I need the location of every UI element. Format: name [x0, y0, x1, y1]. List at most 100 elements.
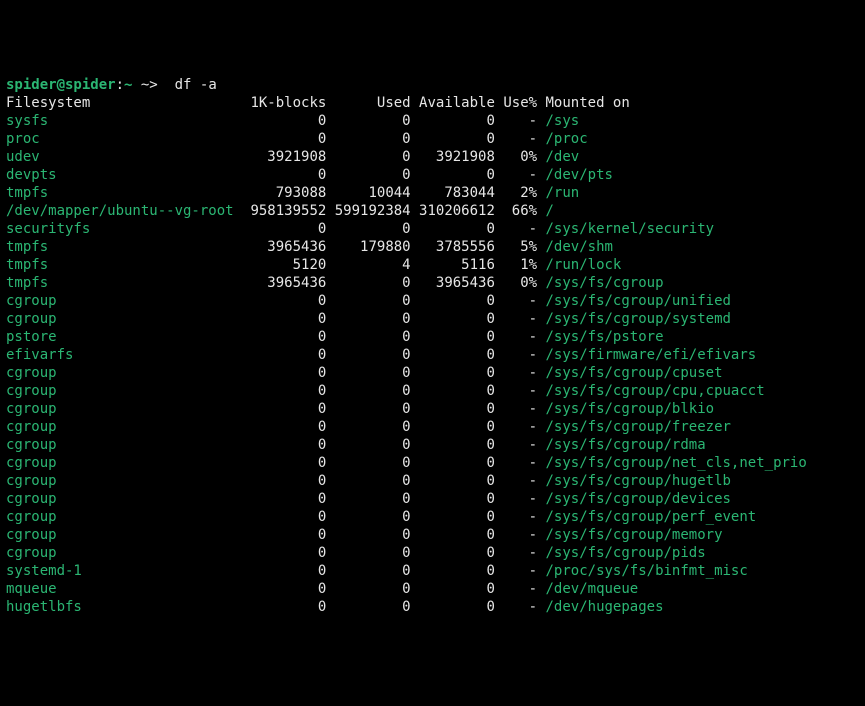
prompt-user: spider@spider: [6, 77, 116, 93]
df-row: pstore 0 0 0 - /sys/fs/pstore: [6, 328, 859, 346]
df-row: cgroup 0 0 0 - /sys/fs/cgroup/memory: [6, 526, 859, 544]
cell-usepct: -: [495, 563, 537, 579]
cell-filesystem: cgroup: [6, 419, 242, 435]
cell-filesystem: securityfs: [6, 221, 242, 237]
cell-used: 0: [326, 455, 410, 471]
cell-blocks: 0: [242, 347, 326, 363]
cell-blocks: 0: [242, 383, 326, 399]
cell-filesystem: cgroup: [6, 401, 242, 417]
command-text: df -a: [175, 77, 217, 93]
cell-blocks: 0: [242, 221, 326, 237]
cell-filesystem: cgroup: [6, 545, 242, 561]
cell-used: 0: [326, 419, 410, 435]
cell-mounted: /sys/fs/cgroup/freezer: [546, 419, 731, 435]
cell-available: 3921908: [411, 149, 495, 165]
cell-usepct: 1%: [495, 257, 537, 273]
cell-available: 0: [411, 491, 495, 507]
cell-blocks: 0: [242, 509, 326, 525]
cell-used: 0: [326, 491, 410, 507]
cell-mounted: /: [546, 203, 554, 219]
cell-available: 0: [411, 419, 495, 435]
cell-used: 0: [326, 545, 410, 561]
cell-available: 0: [411, 365, 495, 381]
cell-used: 0: [326, 383, 410, 399]
cell-usepct: 5%: [495, 239, 537, 255]
cell-available: 0: [411, 167, 495, 183]
cell-used: 0: [326, 167, 410, 183]
cell-usepct: -: [495, 581, 537, 597]
cell-filesystem: tmpfs: [6, 185, 242, 201]
cell-used: 0: [326, 293, 410, 309]
cell-available: 0: [411, 473, 495, 489]
cell-used: 4: [326, 257, 410, 273]
cell-used: 0: [326, 401, 410, 417]
cell-filesystem: sysfs: [6, 113, 242, 129]
df-row: cgroup 0 0 0 - /sys/fs/cgroup/systemd: [6, 310, 859, 328]
cell-blocks: 0: [242, 311, 326, 327]
cell-mounted: /dev/shm: [546, 239, 613, 255]
terminal-output[interactable]: spider@spider:~ ~> df -aFilesystem 1K-bl…: [6, 76, 859, 616]
cell-mounted: /sys/fs/cgroup/unified: [546, 293, 731, 309]
cell-blocks: 0: [242, 545, 326, 561]
cell-blocks: 0: [242, 329, 326, 345]
cell-usepct: -: [495, 545, 537, 561]
cell-filesystem: cgroup: [6, 365, 242, 381]
cell-filesystem: cgroup: [6, 383, 242, 399]
cell-mounted: /sys/fs/cgroup/pids: [546, 545, 706, 561]
cell-blocks: 0: [242, 113, 326, 129]
cell-used: 0: [326, 365, 410, 381]
df-row: cgroup 0 0 0 - /sys/fs/cgroup/hugetlb: [6, 472, 859, 490]
cell-mounted: /sys/fs/cgroup/net_cls,net_prio: [546, 455, 807, 471]
cell-mounted: /sys/fs/cgroup/cpuset: [546, 365, 723, 381]
cell-filesystem: cgroup: [6, 293, 242, 309]
cell-filesystem: hugetlbfs: [6, 599, 242, 615]
cell-available: 0: [411, 437, 495, 453]
cell-mounted: /dev/pts: [546, 167, 613, 183]
cell-blocks: 3921908: [242, 149, 326, 165]
cell-mounted: /run: [546, 185, 580, 201]
cell-available: 0: [411, 527, 495, 543]
cell-blocks: 0: [242, 599, 326, 615]
cell-filesystem: tmpfs: [6, 275, 242, 291]
cell-used: 0: [326, 221, 410, 237]
cell-filesystem: devpts: [6, 167, 242, 183]
cell-mounted: /proc: [546, 131, 588, 147]
cell-used: 0: [326, 131, 410, 147]
df-row: /dev/mapper/ubuntu--vg-root 958139552 59…: [6, 202, 859, 220]
cell-used: 0: [326, 149, 410, 165]
df-row: tmpfs 793088 10044 783044 2% /run: [6, 184, 859, 202]
cell-mounted: /sys/kernel/security: [546, 221, 715, 237]
cell-usepct: -: [495, 383, 537, 399]
df-row: tmpfs 5120 4 5116 1% /run/lock: [6, 256, 859, 274]
cell-mounted: /sys/firmware/efi/efivars: [546, 347, 757, 363]
cell-used: 0: [326, 329, 410, 345]
cell-mounted: /sys/fs/cgroup/memory: [546, 527, 723, 543]
cell-usepct: -: [495, 221, 537, 237]
cell-filesystem: cgroup: [6, 509, 242, 525]
cell-blocks: 5120: [242, 257, 326, 273]
cell-filesystem: cgroup: [6, 437, 242, 453]
df-row: cgroup 0 0 0 - /sys/fs/cgroup/pids: [6, 544, 859, 562]
cell-mounted: /dev: [546, 149, 580, 165]
cell-usepct: -: [495, 419, 537, 435]
df-row: tmpfs 3965436 179880 3785556 5% /dev/shm: [6, 238, 859, 256]
cell-usepct: -: [495, 527, 537, 543]
df-row: devpts 0 0 0 - /dev/pts: [6, 166, 859, 184]
df-header: Filesystem 1K-blocks Used Available Use%…: [6, 94, 859, 112]
prompt-line[interactable]: spider@spider:~ ~> df -a: [6, 76, 859, 94]
cell-used: 0: [326, 311, 410, 327]
cell-available: 310206612: [411, 203, 495, 219]
cell-mounted: /sys/fs/cgroup/devices: [546, 491, 731, 507]
df-row: tmpfs 3965436 0 3965436 0% /sys/fs/cgrou…: [6, 274, 859, 292]
cell-used: 0: [326, 527, 410, 543]
cell-mounted: /proc/sys/fs/binfmt_misc: [546, 563, 748, 579]
cell-blocks: 0: [242, 365, 326, 381]
cell-usepct: -: [495, 329, 537, 345]
df-row: cgroup 0 0 0 - /sys/fs/cgroup/perf_event: [6, 508, 859, 526]
cell-available: 0: [411, 563, 495, 579]
cell-filesystem: systemd-1: [6, 563, 242, 579]
cell-usepct: 0%: [495, 275, 537, 291]
df-row: cgroup 0 0 0 - /sys/fs/cgroup/cpu,cpuacc…: [6, 382, 859, 400]
cell-filesystem: pstore: [6, 329, 242, 345]
cell-blocks: 0: [242, 581, 326, 597]
